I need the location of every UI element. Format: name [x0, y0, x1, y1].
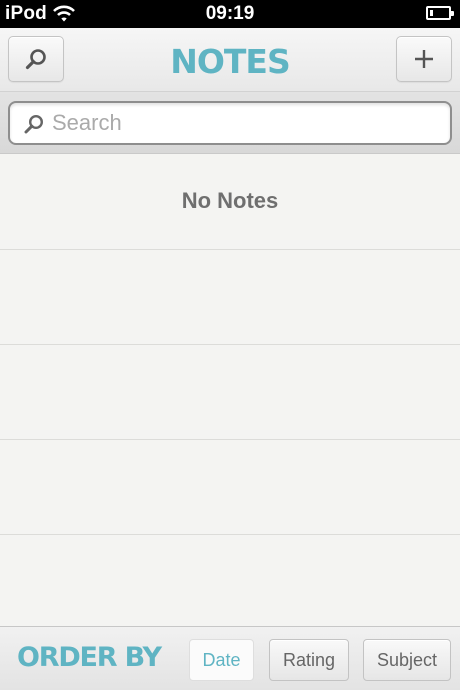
search-input[interactable] [52, 108, 432, 138]
list-row [0, 345, 460, 440]
notes-list: No Notes [0, 155, 460, 625]
empty-notes-message: No Notes [181, 188, 279, 213]
plus-icon [415, 50, 433, 68]
status-bar: iPod 09:19 [0, 0, 460, 28]
status-time: 09:19 [205, 3, 255, 24]
list-row [0, 535, 460, 630]
search-icon [24, 114, 44, 134]
battery-icon [426, 6, 454, 20]
list-row: No Notes [0, 155, 460, 250]
order-subject-button[interactable]: Subject [363, 639, 451, 681]
list-row [0, 440, 460, 535]
battery-level [430, 10, 433, 16]
order-date-button[interactable]: Date [189, 639, 254, 681]
order-rating-button[interactable]: Rating [269, 639, 349, 681]
nav-bar: NOTES [0, 28, 460, 92]
search-field[interactable] [8, 101, 452, 145]
list-row [0, 250, 460, 345]
order-by-bar: ORDER BY Date Rating Subject [0, 626, 460, 690]
search-bar [0, 92, 460, 154]
order-by-label: ORDER BY [17, 642, 162, 673]
add-note-button[interactable] [396, 36, 452, 82]
page-title: NOTES [170, 42, 291, 81]
